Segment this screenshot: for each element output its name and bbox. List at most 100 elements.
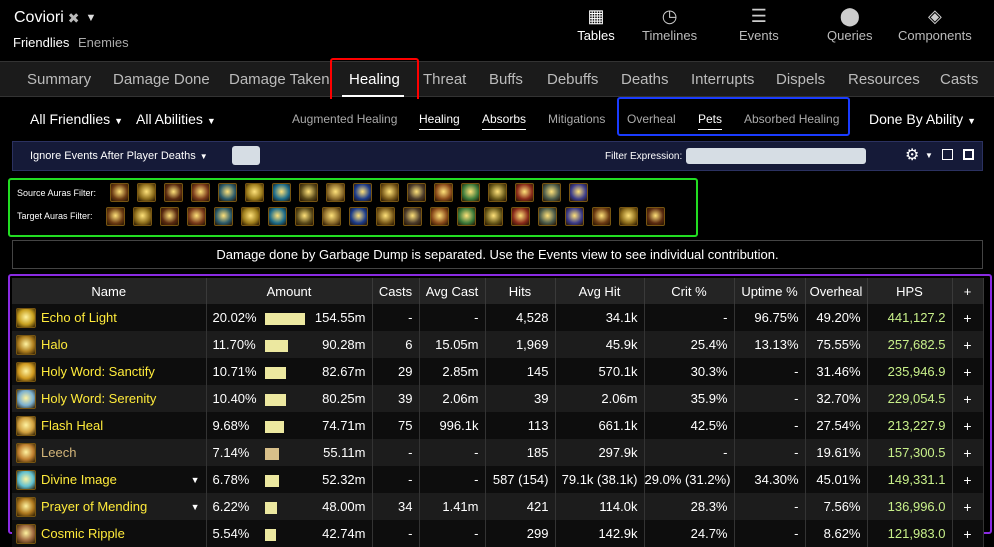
ability-cell[interactable]: Holy Word: Serenity (12, 385, 207, 412)
aura-filter-icon[interactable] (511, 207, 530, 226)
aura-filter-icon[interactable] (515, 183, 534, 202)
ability-name[interactable]: Echo of Light (41, 310, 117, 325)
ignore-events-dropdown[interactable]: Ignore Events After Player Deaths ▼ (30, 150, 208, 162)
expand-row-button[interactable]: + (952, 385, 984, 412)
col-avg-hit[interactable]: Avg Hit (555, 278, 645, 304)
expand-row-button[interactable]: + (952, 412, 984, 439)
aura-filter-icon[interactable] (542, 183, 561, 202)
aura-filter-icon[interactable] (349, 207, 368, 226)
aura-filter-icon[interactable] (326, 183, 345, 202)
tab-casts[interactable]: Casts (940, 71, 978, 88)
aura-filter-icon[interactable] (322, 207, 341, 226)
expand-row-button[interactable]: + (952, 331, 984, 358)
col-add[interactable]: + (952, 278, 984, 304)
expand-row-button[interactable]: + (952, 439, 984, 466)
tab-damage-taken[interactable]: Damage Taken (229, 71, 330, 88)
group-by-dropdown[interactable]: Done By Ability ▼ (869, 111, 976, 127)
table-row[interactable]: Cosmic Ripple 5.54% 42.74m - -299 142.9k 24.7%… (12, 520, 984, 547)
expand-row-button[interactable]: + (952, 493, 984, 520)
chevron-down-icon[interactable]: ▼ (191, 502, 200, 512)
col-hits[interactable]: Hits (485, 278, 556, 304)
nav-timelines[interactable]: ◷ Timelines (642, 4, 697, 43)
aura-filter-icon[interactable] (403, 207, 422, 226)
tab-threat[interactable]: Threat (423, 71, 466, 88)
col-overheal[interactable]: Overheal (805, 278, 868, 304)
ability-cell[interactable]: Echo of Light (12, 304, 207, 331)
aura-filter-icon[interactable] (488, 183, 507, 202)
table-row[interactable]: Prayer of Mending ▼ 6.22% 48.00m 34 1.41m 421 1… (12, 493, 984, 520)
aura-filter-icon[interactable] (295, 207, 314, 226)
aura-filter-icon[interactable] (241, 207, 260, 226)
ability-cell[interactable]: Cosmic Ripple (12, 520, 207, 547)
tab-summary[interactable]: Summary (27, 71, 91, 88)
table-row[interactable]: Holy Word: Sanctify 10.71% 82.67m 29 2.85m 14… (12, 358, 984, 385)
tab-damage-done[interactable]: Damage Done (113, 71, 210, 88)
ability-name[interactable]: Leech (41, 445, 76, 460)
nav-tables[interactable]: ▦ Tables (561, 4, 631, 43)
ability-name[interactable]: Halo (41, 337, 68, 352)
nav-components[interactable]: ◈ Components (898, 4, 972, 43)
aura-filter-icon[interactable] (434, 183, 453, 202)
expand-row-button[interactable]: + (952, 520, 984, 547)
gear-icon[interactable]: ⚙ (905, 145, 919, 165)
ability-cell[interactable]: Halo (12, 331, 207, 358)
aura-filter-icon[interactable] (457, 207, 476, 226)
aura-filter-icon[interactable] (376, 207, 395, 226)
close-icon[interactable]: ✖ (68, 10, 80, 27)
col-avg-cast[interactable]: Avg Cast (419, 278, 486, 304)
col-uptime[interactable]: Uptime % (734, 278, 806, 304)
col-casts[interactable]: Casts (372, 278, 420, 304)
tab-buffs[interactable]: Buffs (489, 71, 523, 88)
ability-name[interactable]: Divine Image (41, 472, 117, 487)
table-row[interactable]: Echo of Light 20.02% 154.55m - -4,528 34.1k -9… (12, 304, 984, 331)
mode-mitigations[interactable]: Mitigations (548, 112, 605, 126)
ability-cell[interactable]: Divine Image ▼ (12, 466, 207, 493)
aura-filter-icon[interactable] (164, 183, 183, 202)
nav-events[interactable]: ☰ Events (739, 4, 779, 43)
aura-filter-icon[interactable] (137, 183, 156, 202)
aura-filter-icon[interactable] (187, 207, 206, 226)
aura-filter-icon[interactable] (619, 207, 638, 226)
ability-name[interactable]: Holy Word: Sanctify (41, 364, 155, 379)
restore-window-icon[interactable] (942, 149, 953, 160)
mode-healing[interactable]: Healing (419, 112, 460, 130)
ignore-events-toggle[interactable] (232, 146, 260, 165)
aura-filter-icon[interactable] (133, 207, 152, 226)
tab-debuffs[interactable]: Debuffs (547, 71, 598, 88)
table-row[interactable]: Halo 11.70% 90.28m 6 15.05m 1,969 45.9k 25.4% 13… (12, 331, 984, 358)
chevron-down-icon[interactable]: ▼ (86, 12, 97, 24)
col-crit[interactable]: Crit % (644, 278, 735, 304)
col-hps[interactable]: HPS (867, 278, 953, 304)
friendlies-dropdown[interactable]: All Friendlies ▼ (30, 111, 123, 127)
aura-filter-icon[interactable] (538, 207, 557, 226)
expand-row-button[interactable]: + (952, 358, 984, 385)
aura-filter-icon[interactable] (110, 183, 129, 202)
aura-filter-icon[interactable] (646, 207, 665, 226)
tab-resources[interactable]: Resources (848, 71, 920, 88)
table-row[interactable]: Divine Image ▼ 6.78% 52.32m - -587 (154) 79.1k… (12, 466, 984, 493)
enemies-link[interactable]: Enemies (78, 35, 129, 50)
aura-filter-icon[interactable] (268, 207, 287, 226)
maximize-window-icon[interactable] (963, 149, 974, 160)
aura-filter-icon[interactable] (218, 183, 237, 202)
ability-cell[interactable]: Prayer of Mending ▼ (12, 493, 207, 520)
aura-filter-icon[interactable] (299, 183, 318, 202)
aura-filter-icon[interactable] (272, 183, 291, 202)
filter-expression-input[interactable] (686, 148, 866, 164)
aura-filter-icon[interactable] (407, 183, 426, 202)
mode-augmented-healing[interactable]: Augmented Healing (292, 112, 397, 126)
friendlies-link[interactable]: Friendlies (13, 35, 69, 50)
aura-filter-icon[interactable] (160, 207, 179, 226)
tab-interrupts[interactable]: Interrupts (691, 71, 754, 88)
aura-filter-icon[interactable] (245, 183, 264, 202)
aura-filter-icon[interactable] (353, 183, 372, 202)
ability-name[interactable]: Flash Heal (41, 418, 103, 433)
chevron-down-icon[interactable]: ▼ (925, 151, 933, 160)
aura-filter-icon[interactable] (484, 207, 503, 226)
abilities-dropdown[interactable]: All Abilities ▼ (136, 111, 216, 127)
aura-filter-icon[interactable] (430, 207, 449, 226)
nav-queries[interactable]: ⬤ Queries (827, 4, 873, 43)
tab-deaths[interactable]: Deaths (621, 71, 669, 88)
report-title[interactable]: Coviori ✖ ▼ (14, 9, 96, 27)
aura-filter-icon[interactable] (380, 183, 399, 202)
